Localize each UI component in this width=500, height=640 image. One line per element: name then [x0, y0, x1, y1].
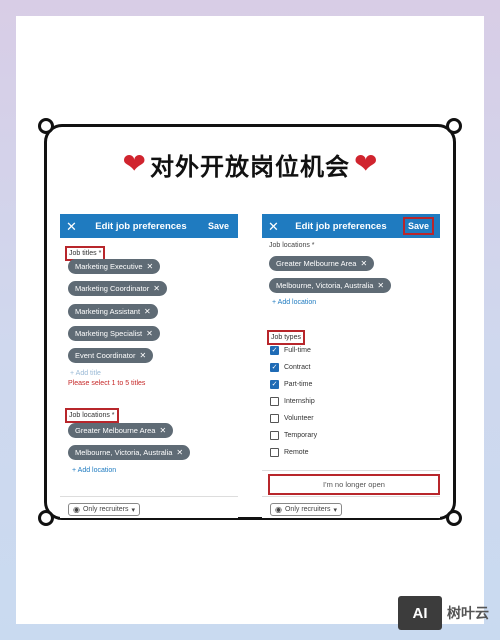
- checkbox-label: Remote: [284, 449, 309, 456]
- add-location-button[interactable]: + Add location: [272, 299, 316, 306]
- add-location-label: Add location: [277, 299, 317, 306]
- job-type-checkbox[interactable]: ✓ Part-time: [270, 380, 312, 389]
- right-panel: ✕ Edit job preferences Save Job location…: [262, 214, 440, 518]
- page-title: 对外开放岗位机会: [150, 152, 350, 181]
- location-chip[interactable]: Greater Melbourne Area ✕: [68, 423, 174, 438]
- divider: [262, 470, 440, 471]
- checkbox-label: Part-time: [284, 381, 313, 388]
- frame-corner-tr: [446, 118, 462, 134]
- title-chip[interactable]: Marketing Assistant ✕: [68, 304, 158, 319]
- checkbox-checked-icon[interactable]: ✓: [270, 380, 279, 389]
- eye-icon: ◉: [73, 505, 80, 514]
- location-chip[interactable]: Melbourne, Victoria, Australia ✕: [68, 445, 191, 460]
- checkbox-label: Temporary: [284, 432, 318, 439]
- checkbox-label: Full-time: [284, 347, 311, 354]
- location-chip[interactable]: Greater Melbourne Area ✕: [269, 256, 375, 271]
- chip-label: Marketing Coordinator: [75, 284, 150, 293]
- job-type-checkbox[interactable]: ✓ Full-time: [270, 346, 311, 355]
- chip-label: Marketing Assistant: [75, 307, 141, 316]
- checkbox-checked-icon[interactable]: ✓: [270, 346, 279, 355]
- watermark: AI 树叶云: [398, 596, 489, 630]
- divider: [262, 496, 440, 497]
- x-icon[interactable]: ✕: [139, 351, 146, 360]
- checkbox-checked-icon[interactable]: ✓: [270, 363, 279, 372]
- checkbox-empty-icon[interactable]: [270, 414, 279, 423]
- chip-label: Event Coordinator: [75, 351, 136, 360]
- frame-corner-bl: [38, 510, 54, 526]
- x-icon[interactable]: ✕: [146, 329, 153, 338]
- checkbox-empty-icon[interactable]: [270, 397, 279, 406]
- caret-down-icon: ▾: [131, 506, 136, 514]
- no-longer-open-button[interactable]: I'm no longer open: [268, 474, 440, 495]
- x-icon[interactable]: ✕: [360, 259, 367, 268]
- chip-label: Melbourne, Victoria, Australia: [276, 281, 374, 290]
- chip-label: Greater Melbourne Area: [276, 259, 357, 268]
- visibility-label: Only recruiters: [82, 506, 129, 513]
- title-chip[interactable]: Event Coordinator ✕: [68, 348, 154, 363]
- caret-down-icon: ▾: [333, 506, 338, 514]
- checkbox-label: Internship: [284, 398, 315, 405]
- x-icon[interactable]: ✕: [144, 307, 151, 316]
- job-locations-label: Job locations *: [65, 408, 119, 423]
- watermark-logo: AI: [398, 596, 442, 630]
- job-types-label: Job types: [267, 330, 305, 345]
- x-icon[interactable]: ✕: [176, 448, 183, 457]
- location-chip[interactable]: Melbourne, Victoria, Australia ✕: [269, 278, 392, 293]
- title-row: ❤ 对外开放岗位机会 ❤: [76, 142, 424, 186]
- job-type-checkbox[interactable]: Remote: [270, 448, 309, 457]
- divider: [60, 496, 238, 497]
- error-message: Please select 1 to 5 titles: [68, 380, 146, 387]
- heart-icon: ❤: [122, 147, 146, 180]
- header-title: Edit job preferences: [95, 220, 187, 232]
- checkbox-label: Volunteer: [284, 415, 314, 422]
- watermark-name: 树叶云: [447, 606, 489, 622]
- add-title-label: Add title: [75, 370, 101, 377]
- frame-corner-br: [446, 510, 462, 526]
- panel-header: ✕ Edit job preferences Save: [60, 214, 238, 238]
- add-location-label: Add location: [77, 467, 117, 474]
- add-location-button[interactable]: + Add location: [72, 467, 116, 474]
- job-type-checkbox[interactable]: ✓ Contract: [270, 363, 310, 372]
- eye-icon: ◉: [275, 505, 282, 514]
- left-panel: ✕ Edit job preferences Save Job titles *…: [60, 214, 238, 518]
- checkbox-empty-icon[interactable]: [270, 431, 279, 440]
- visibility-select[interactable]: ◉ Only recruiters ▾: [68, 503, 141, 516]
- x-icon[interactable]: ✕: [147, 262, 154, 271]
- x-icon[interactable]: ✕: [153, 284, 160, 293]
- job-type-checkbox[interactable]: Internship: [270, 397, 315, 406]
- close-icon[interactable]: ✕: [66, 220, 77, 233]
- panel-header: ✕ Edit job preferences Save: [262, 214, 440, 238]
- save-button[interactable]: Save: [402, 217, 434, 235]
- job-type-checkbox[interactable]: Temporary: [270, 431, 317, 440]
- save-button[interactable]: Save: [205, 219, 232, 233]
- title-chip[interactable]: Marketing Executive ✕: [68, 259, 161, 274]
- job-locations-label: Job locations *: [269, 242, 315, 249]
- visibility-label: Only recruiters: [284, 506, 331, 513]
- frame-corner-tl: [38, 118, 54, 134]
- job-type-checkbox[interactable]: Volunteer: [270, 414, 314, 423]
- chip-label: Greater Melbourne Area: [75, 426, 156, 435]
- checkbox-empty-icon[interactable]: [270, 448, 279, 457]
- title-chip[interactable]: Marketing Specialist ✕: [68, 326, 160, 341]
- chip-label: Marketing Specialist: [75, 329, 143, 338]
- heart-icon: ❤: [354, 147, 378, 180]
- x-icon[interactable]: ✕: [377, 281, 384, 290]
- header-title: Edit job preferences: [295, 220, 387, 232]
- title-chip[interactable]: Marketing Coordinator ✕: [68, 281, 167, 296]
- checkbox-label: Contract: [284, 364, 311, 371]
- add-title-button[interactable]: + Add title: [70, 370, 101, 377]
- x-icon[interactable]: ✕: [159, 426, 166, 435]
- close-icon[interactable]: ✕: [268, 220, 279, 233]
- visibility-select[interactable]: ◉ Only recruiters ▾: [270, 503, 343, 516]
- chip-label: Melbourne, Victoria, Australia: [75, 448, 173, 457]
- chip-label: Marketing Executive: [75, 262, 143, 271]
